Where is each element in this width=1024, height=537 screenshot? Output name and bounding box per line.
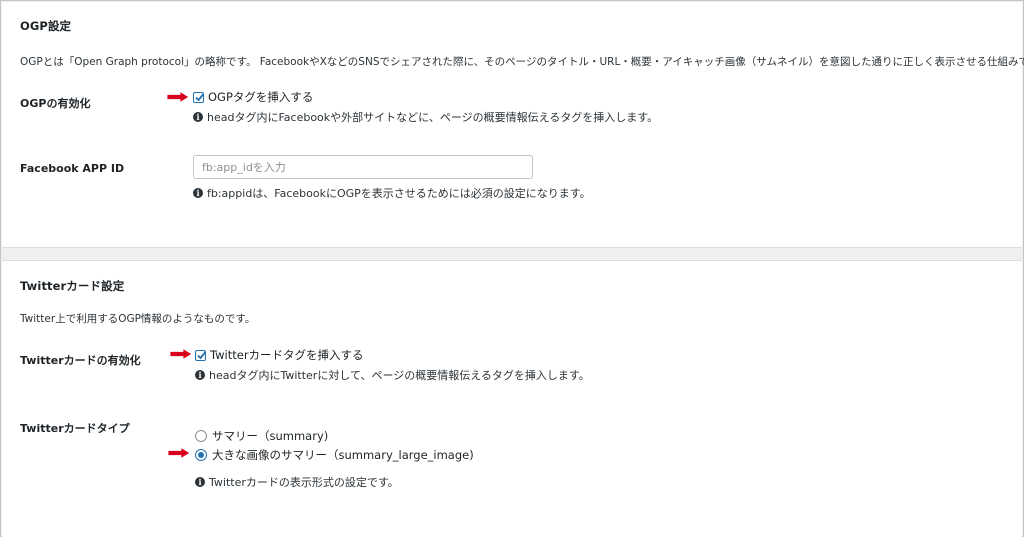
twitter-insert-checkbox-label: Twitterカードタグを挿入する (210, 348, 364, 362)
facebook-app-id-help-text: fb:appidは、FacebookにOGPを表示させるためには必須の設定になり… (207, 187, 591, 200)
twitter-insert-checkbox-option[interactable]: Twitterカードタグを挿入する (195, 347, 364, 363)
twitter-card-type-help-text: Twitterカードの表示形式の設定です。 (209, 476, 399, 489)
ogp-enable-help: i headタグ内にFacebookや外部サイトなどに、ページの概要情報伝えるタ… (193, 109, 658, 125)
twitter-card-type-help: i Twitterカードの表示形式の設定です。 (195, 474, 399, 490)
radio-summary[interactable] (195, 430, 207, 442)
ogp-description: OGPとは「Open Graph protocol」の略称です。 Faceboo… (20, 56, 1024, 68)
radio-summary-large-image[interactable] (195, 449, 207, 461)
twitter-enable-label: Twitterカードの有効化 (20, 354, 141, 367)
twitter-card-type-label: Twitterカードタイプ (20, 422, 130, 435)
card-type-option-summary[interactable]: サマリー（summary) (195, 428, 328, 444)
ogp-insert-checkbox-option[interactable]: OGPタグを挿入する (193, 89, 313, 105)
red-arrow-icon (167, 447, 191, 459)
info-icon: i (193, 112, 203, 122)
settings-frame: OGP設定 OGPとは「Open Graph protocol」の略称です。 F… (0, 0, 1024, 537)
twitter-enable-help-text: headタグ内にTwitterに対して、ページの概要情報伝えるタグを挿入します。 (209, 369, 590, 382)
check-icon (195, 92, 205, 101)
info-icon: i (193, 188, 203, 198)
twitter-insert-checkbox[interactable] (195, 349, 207, 361)
ogp-insert-checkbox[interactable] (193, 91, 205, 103)
radio-summary-large-image-label: 大きな画像のサマリー（summary_large_image) (212, 448, 474, 462)
info-icon: i (195, 370, 205, 380)
ogp-enable-label: OGPの有効化 (20, 97, 91, 110)
section-title-twitter: Twitterカード設定 (20, 279, 125, 293)
facebook-app-id-input[interactable] (193, 155, 533, 179)
radio-summary-label: サマリー（summary) (212, 429, 329, 443)
ogp-enable-help-text: headタグ内にFacebookや外部サイトなどに、ページの概要情報伝えるタグを… (207, 111, 659, 124)
facebook-app-id-label: Facebook APP ID (20, 162, 125, 175)
red-arrow-icon (166, 91, 190, 103)
twitter-enable-help: i headタグ内にTwitterに対して、ページの概要情報伝えるタグを挿入しま… (195, 367, 590, 383)
section-title-ogp: OGP設定 (20, 19, 72, 33)
ogp-settings-panel: OGP設定 OGPとは「Open Graph protocol」の略称です。 F… (2, 2, 1024, 248)
ogp-insert-checkbox-label: OGPタグを挿入する (208, 90, 314, 104)
red-arrow-icon (169, 348, 193, 360)
twitter-card-settings-panel: Twitterカード設定 Twitter上で利用するOGP情報のようなものです。… (2, 260, 1022, 537)
card-type-option-summary-large-image[interactable]: 大きな画像のサマリー（summary_large_image) (195, 447, 474, 463)
facebook-app-id-help: i fb:appidは、FacebookにOGPを表示させるためには必須の設定に… (193, 185, 591, 201)
info-icon: i (195, 477, 205, 487)
twitter-description: Twitter上で利用するOGP情報のようなものです。 (20, 313, 256, 325)
check-icon (197, 350, 207, 359)
